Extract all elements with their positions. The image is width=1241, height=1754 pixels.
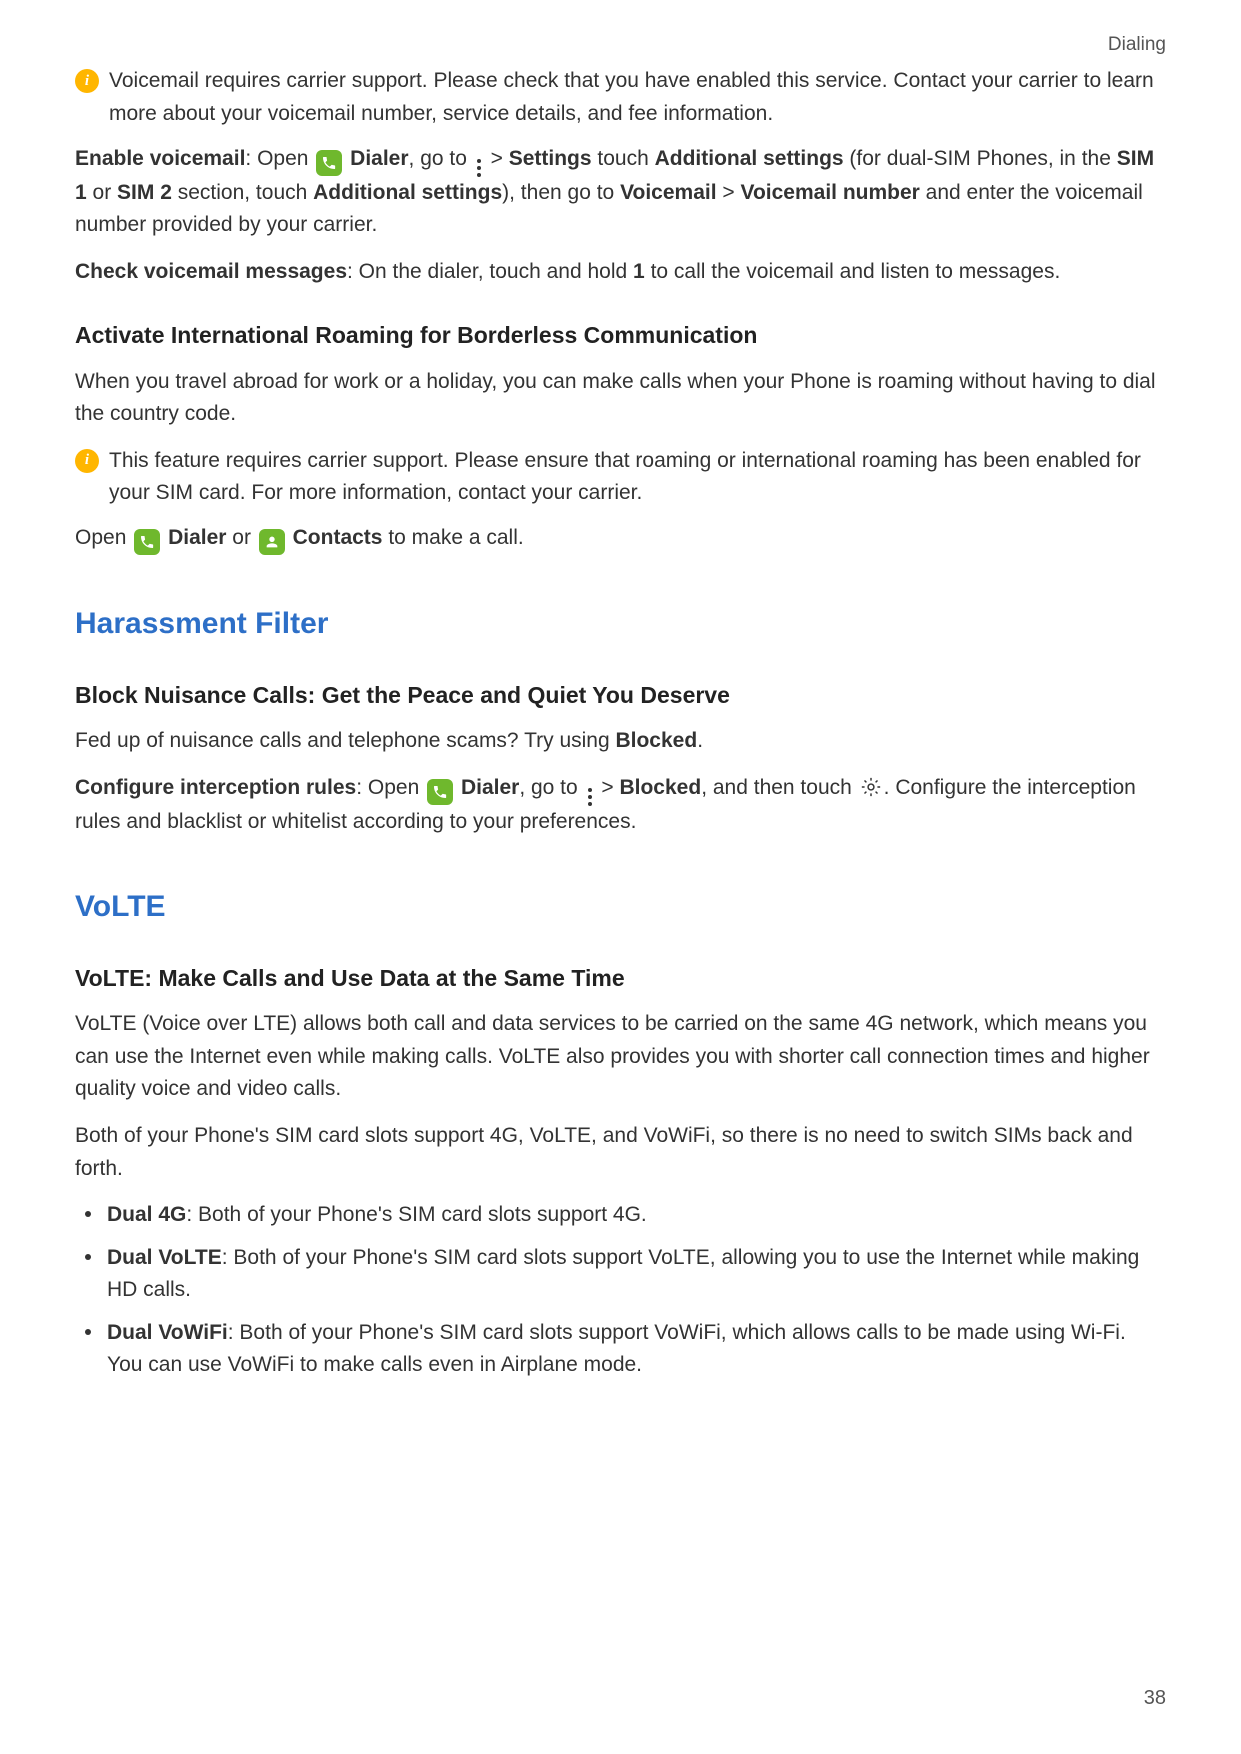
- list-item: Dual VoWiFi: Both of your Phone's SIM ca…: [85, 1317, 1166, 1382]
- page-category: Dialing: [75, 30, 1166, 59]
- info-text: Voicemail requires carrier support. Plea…: [109, 65, 1166, 130]
- volte-feature-list: Dual 4G: Both of your Phone's SIM card s…: [75, 1199, 1166, 1382]
- roaming-open-paragraph: Open Dialer or Contacts to make a call.: [75, 522, 1166, 555]
- blocked-menu-label: Blocked: [619, 776, 701, 799]
- dual-volte-label: Dual VoLTE: [107, 1246, 222, 1269]
- dialer-icon: [427, 779, 453, 805]
- info-roaming-carrier: i This feature requires carrier support.…: [75, 445, 1166, 510]
- volte-subheading: VoLTE: Make Calls and Use Data at the Sa…: [75, 961, 1166, 997]
- dual-4g-label: Dual 4G: [107, 1203, 186, 1226]
- settings-gear-icon: [860, 776, 882, 798]
- block-nuisance-intro: Fed up of nuisance calls and telephone s…: [75, 725, 1166, 758]
- contacts-app-label: Contacts: [293, 526, 383, 549]
- sim2-label: SIM 2: [117, 181, 172, 204]
- info-icon: i: [75, 449, 99, 473]
- blocked-label: Blocked: [615, 729, 697, 752]
- dialer-app-label: Dialer: [168, 526, 226, 549]
- configure-interception-paragraph: Configure interception rules: Open Diale…: [75, 772, 1166, 839]
- enable-voicemail-paragraph: Enable voicemail: Open Dialer, go to > S…: [75, 143, 1166, 242]
- additional-settings-label-2: Additional settings: [313, 181, 502, 204]
- list-item: Dual VoLTE: Both of your Phone's SIM car…: [85, 1242, 1166, 1307]
- dual-vowifi-label: Dual VoWiFi: [107, 1321, 228, 1344]
- dialer-app-label: Dialer: [461, 776, 519, 799]
- block-nuisance-heading: Block Nuisance Calls: Get the Peace and …: [75, 678, 1166, 714]
- volte-description-1: VoLTE (Voice over LTE) allows both call …: [75, 1008, 1166, 1106]
- voicemail-number-label: Voicemail number: [741, 181, 920, 204]
- volte-description-2: Both of your Phone's SIM card slots supp…: [75, 1120, 1166, 1185]
- info-voicemail-carrier: i Voicemail requires carrier support. Pl…: [75, 65, 1166, 130]
- volte-title: VoLTE: [75, 884, 1166, 931]
- settings-label: Settings: [509, 147, 592, 170]
- key-1-label: 1: [633, 260, 645, 283]
- voicemail-label: Voicemail: [620, 181, 717, 204]
- page-number: 38: [1144, 1683, 1166, 1714]
- more-menu-icon: [477, 159, 481, 177]
- dialer-icon: [134, 529, 160, 555]
- list-item: Dual 4G: Both of your Phone's SIM card s…: [85, 1199, 1166, 1232]
- configure-interception-label: Configure interception rules: [75, 776, 356, 799]
- roaming-heading: Activate International Roaming for Borde…: [75, 318, 1166, 354]
- more-menu-icon: [588, 788, 592, 806]
- contacts-icon: [259, 529, 285, 555]
- roaming-description: When you travel abroad for work or a hol…: [75, 366, 1166, 431]
- harassment-filter-title: Harassment Filter: [75, 601, 1166, 648]
- dialer-icon: [316, 150, 342, 176]
- info-text: This feature requires carrier support. P…: [109, 445, 1166, 510]
- check-voicemail-paragraph: Check voicemail messages: On the dialer,…: [75, 256, 1166, 289]
- enable-voicemail-label: Enable voicemail: [75, 147, 245, 170]
- additional-settings-label: Additional settings: [655, 147, 844, 170]
- dialer-app-label: Dialer: [350, 147, 408, 170]
- check-voicemail-label: Check voicemail messages: [75, 260, 347, 283]
- info-icon: i: [75, 69, 99, 93]
